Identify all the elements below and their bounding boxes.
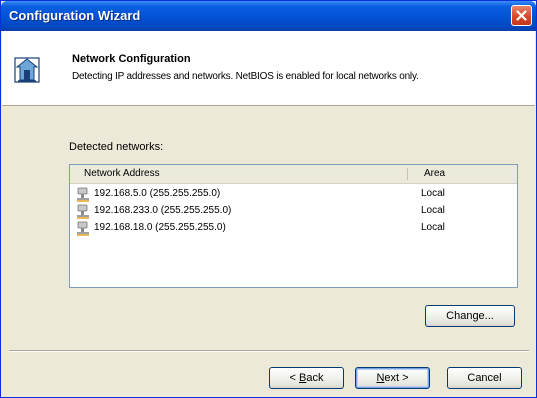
change-button[interactable]: Change... <box>425 305 515 327</box>
back-prefix: < <box>289 372 299 384</box>
network-area: Local <box>421 188 445 199</box>
column-network-address[interactable]: Network Address <box>84 168 160 179</box>
back-button[interactable]: < Back <box>269 367 344 389</box>
configuration-wizard-window: Configuration Wizard Network Configurati… <box>0 0 537 398</box>
networks-list[interactable]: Network Address Area 192.168.5.0 (255.25… <box>69 164 518 288</box>
close-button[interactable] <box>511 5 532 26</box>
cancel-button[interactable]: Cancel <box>447 367 522 389</box>
network-address: 192.168.233.0 (255.255.255.0) <box>94 205 232 216</box>
window-title: Configuration Wizard <box>9 8 141 23</box>
network-icon <box>77 204 89 219</box>
list-item[interactable]: 192.168.5.0 (255.255.255.0) Local <box>70 186 517 203</box>
network-config-icon <box>14 57 40 83</box>
list-item[interactable]: 192.168.18.0 (255.255.255.0) Local <box>70 220 517 237</box>
network-area: Local <box>421 222 445 233</box>
list-header: Network Address Area <box>70 165 517 184</box>
network-icon <box>77 187 89 202</box>
separator <box>9 350 529 352</box>
column-divider[interactable] <box>407 168 408 180</box>
list-item[interactable]: 192.168.233.0 (255.255.255.0) Local <box>70 203 517 220</box>
close-icon <box>516 10 527 21</box>
network-icon <box>77 221 89 236</box>
header-title: Network Configuration <box>72 53 191 65</box>
wizard-header: Network Configuration Detecting IP addre… <box>2 31 535 106</box>
header-description: Detecting IP addresses and networks. Net… <box>72 71 419 82</box>
network-address: 192.168.5.0 (255.255.255.0) <box>94 188 221 199</box>
network-address: 192.168.18.0 (255.255.255.0) <box>94 222 226 233</box>
detected-networks-label: Detected networks: <box>69 141 164 153</box>
next-button[interactable]: Next > <box>355 367 430 389</box>
back-label: ack <box>306 372 324 384</box>
next-label: ext > <box>384 372 409 384</box>
column-area[interactable]: Area <box>424 168 445 179</box>
title-bar[interactable]: Configuration Wizard <box>1 1 536 31</box>
network-area: Local <box>421 205 445 216</box>
